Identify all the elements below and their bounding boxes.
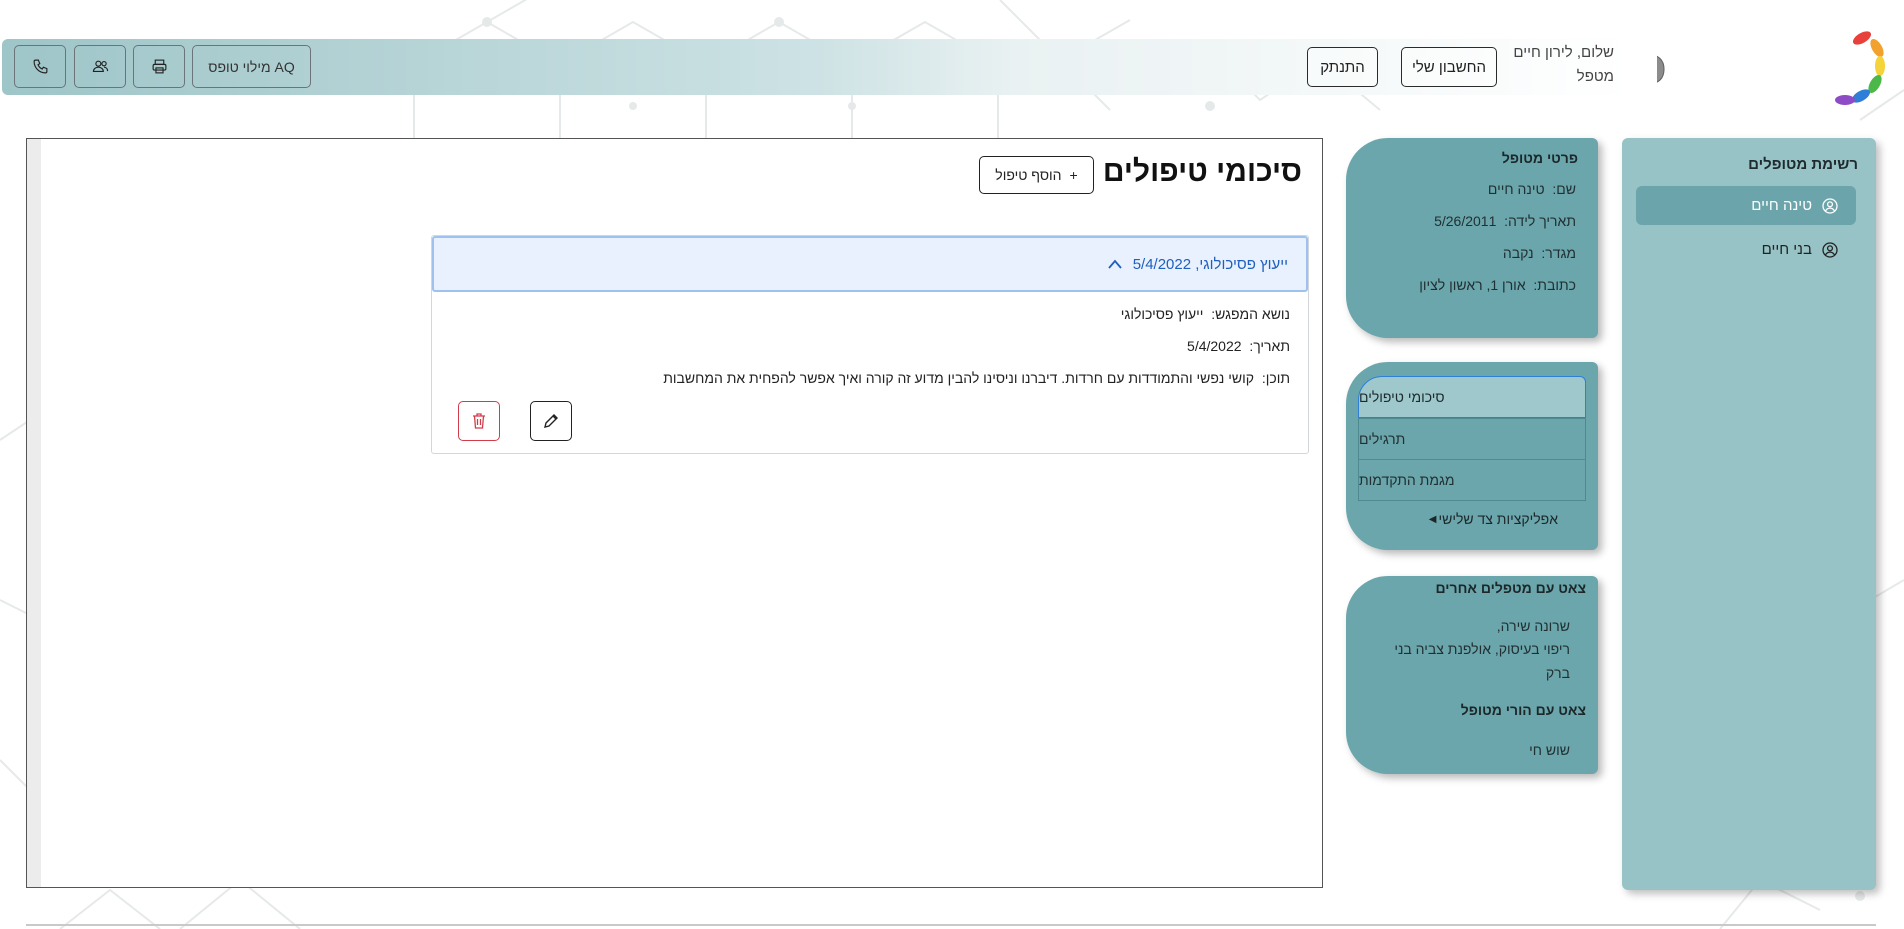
patient-dob-row: תאריך לידה: 5/26/2011: [1434, 213, 1576, 229]
topic-value: ייעוץ פסיכולוגי: [1120, 306, 1204, 322]
rainbow-petals-icon: [1835, 31, 1885, 105]
add-treatment-label: הוסף טיפול: [995, 167, 1062, 183]
address-value: אורן 1, ראשון לציון: [1419, 277, 1526, 293]
trash-icon: [473, 413, 485, 429]
chat-therapist-line[interactable]: ברק: [1546, 665, 1570, 681]
page-title: סיכומי טיפולים: [1102, 155, 1302, 188]
patient-details-card: פרטי מטופל שם: טינה חיים תאריך לידה: 5/2…: [1346, 138, 1598, 338]
date-value: 5/4/2022: [1187, 338, 1242, 354]
bottom-divider: [26, 924, 1876, 926]
treatment-accordion: ייעוץ פסיכולוגי, 5/4/2022 נושא המפגש: יי…: [431, 235, 1309, 454]
delete-treatment-button[interactable]: [458, 401, 500, 441]
patient-name: טינה חיים: [1751, 197, 1812, 214]
printer-icon: [152, 59, 166, 74]
patient-details-title: פרטי מטופל: [1501, 150, 1578, 166]
name-label: שם:: [1552, 181, 1576, 197]
phone-button[interactable]: [14, 45, 66, 88]
my-account-button[interactable]: החשבון שלי: [1401, 47, 1497, 87]
treatment-header-text: ייעוץ פסיכולוגי, 5/4/2022: [1132, 255, 1288, 273]
menu-item-treatment-summaries[interactable]: סיכומי טיפולים: [1358, 376, 1586, 418]
edit-treatment-button[interactable]: [530, 401, 572, 441]
greeting-name: שלום, לירון חיים: [1513, 44, 1614, 61]
user-circle-icon: [1822, 241, 1838, 258]
chat-parent-item[interactable]: שוש חי: [1529, 742, 1570, 758]
main-panel: סיכומי טיפולים + הוסף טיפול ייעוץ פסיכול…: [26, 138, 1323, 888]
chevron-up-icon: [1108, 259, 1122, 269]
patients-title: רשימת מטופלים: [1748, 156, 1858, 173]
chat-parents-title: צאט עם הורי מטופל: [1460, 702, 1586, 718]
panel-scroll-strip: [27, 139, 41, 887]
topic-label: נושא המפגש:: [1211, 306, 1290, 322]
patients-panel: רשימת מטופלים טינה חיים בני חיים: [1622, 138, 1876, 890]
content-value: קושי נפשי והתמודדות עם חרדות. דיברנו וני…: [663, 370, 1255, 386]
treatment-topic-row: נושא המפגש: ייעוץ פסיכולוגי: [1121, 306, 1290, 322]
patient-item-beni[interactable]: בני חיים: [1636, 230, 1856, 269]
app-logo: פורטפל: [1657, 31, 1885, 105]
users-icon: [92, 60, 108, 73]
address-label: כתובת:: [1533, 277, 1576, 293]
patient-gender-row: מגדר: נקבה: [1503, 245, 1576, 261]
pencil-icon: [544, 414, 558, 428]
user-greeting: שלום, לירון חיים מטפל: [1513, 41, 1614, 89]
patient-name: בני חיים: [1761, 241, 1812, 258]
print-button[interactable]: [133, 45, 185, 88]
patient-item-tina[interactable]: טינה חיים: [1636, 186, 1856, 225]
dob-label: תאריך לידה:: [1504, 213, 1576, 229]
aq-form-button[interactable]: מילוי טופס AQ: [192, 45, 311, 88]
third-party-apps-label: אפליקציות צד שלישי: [1438, 511, 1558, 527]
dob-value: 5/26/2011: [1434, 213, 1497, 229]
patient-address-row: כתובת: אורן 1, ראשון לציון: [1419, 277, 1576, 293]
treatment-date-row: תאריך: 5/4/2022: [1187, 338, 1290, 354]
third-party-apps-toggle[interactable]: אפליקציות צד שלישי ◀: [1429, 511, 1558, 527]
add-treatment-button[interactable]: + הוסף טיפול: [979, 156, 1094, 194]
navigation-card: סיכומי טיפולים תרגילים מגמת התקדמות אפלי…: [1346, 362, 1598, 550]
chat-therapists-title: צאט עם מטפלים אחרים: [1435, 580, 1586, 596]
caret-left-icon: ◀: [1428, 513, 1437, 525]
patient-name-row: שם: טינה חיים: [1488, 181, 1576, 197]
menu-item-progress-trend[interactable]: מגמת התקדמות: [1358, 459, 1586, 501]
menu-item-exercises[interactable]: תרגילים: [1358, 418, 1586, 460]
chat-therapist-line[interactable]: ריפוי בעיסוק, אולפנת צביה בני: [1394, 641, 1570, 657]
chat-card: צאט עם מטפלים אחרים שרונה שירה, ריפוי בע…: [1346, 576, 1598, 774]
chat-therapist-line[interactable]: שרונה שירה,: [1497, 618, 1570, 634]
gender-label: מגדר:: [1541, 245, 1576, 261]
plus-icon: +: [1069, 167, 1078, 183]
greeting-role: מטפל: [1576, 68, 1614, 85]
date-label: תאריך:: [1249, 338, 1290, 354]
user-circle-icon: [1822, 197, 1838, 214]
gender-value: נקבה: [1502, 245, 1534, 261]
treatment-content-row: תוכן: קושי נפשי והתמודדות עם חרדות. דיבר…: [663, 370, 1290, 386]
phone-icon: [33, 59, 47, 74]
treatment-accordion-header[interactable]: ייעוץ פסיכולוגי, 5/4/2022: [432, 236, 1308, 292]
name-value: טינה חיים: [1487, 181, 1545, 197]
users-button[interactable]: [74, 45, 126, 88]
logo-text: פורטפל: [1657, 34, 1667, 97]
content-label: תוכן:: [1261, 370, 1290, 386]
logout-button[interactable]: התנתק: [1307, 47, 1378, 87]
